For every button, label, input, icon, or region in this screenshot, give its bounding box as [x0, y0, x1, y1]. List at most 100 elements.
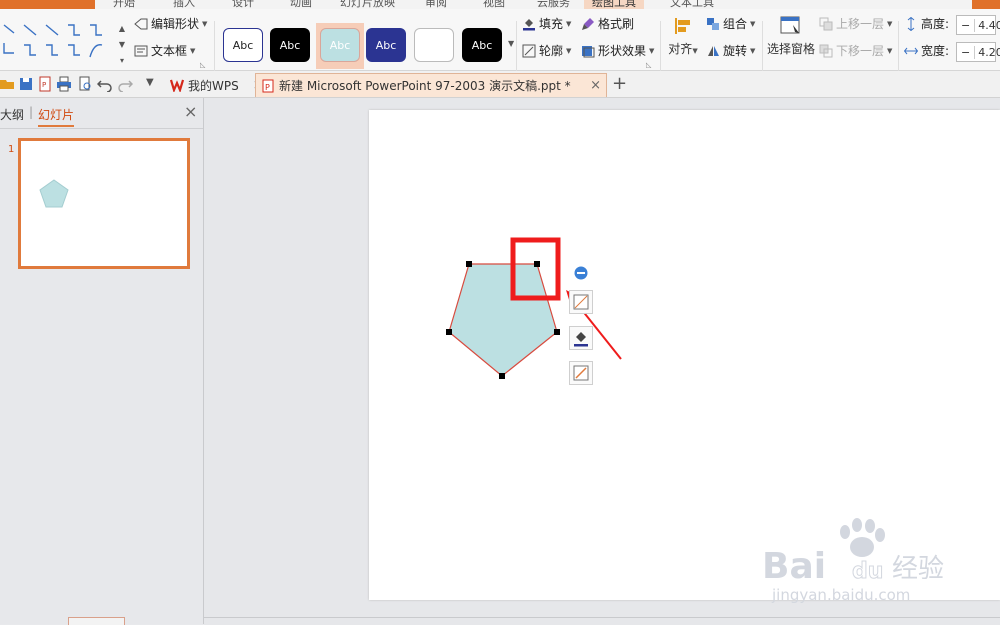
send-backward-button[interactable]: 下移一层 ▼	[819, 42, 892, 59]
outline-button[interactable]: 轮廓 ▼	[522, 42, 571, 59]
collapse-toolbar-icon[interactable]	[574, 266, 588, 280]
ribbon-separator	[214, 21, 215, 73]
svg-text:经验: 经验	[892, 554, 944, 584]
undo-icon[interactable]	[97, 76, 113, 92]
brush-icon	[582, 17, 594, 30]
slide-thumbnail[interactable]	[18, 138, 190, 269]
redo-icon[interactable]	[117, 76, 133, 92]
dropdown-arrow-icon: ▼	[750, 19, 756, 28]
print-icon[interactable]	[56, 76, 72, 92]
style-swatch-navy[interactable]: Abc	[366, 28, 406, 62]
height-input[interactable]: − 4.40	[956, 15, 1000, 35]
slide-number: 1	[8, 144, 15, 155]
selection-pane-label: 选择窗格	[766, 42, 815, 56]
tab-document[interactable]: P 新建 Microsoft PowerPoint 97-2003 演示文稿.p…	[255, 73, 607, 97]
bring-forward-label: 上移一层	[836, 17, 885, 31]
more-icon[interactable]: ▾	[116, 53, 128, 69]
ribbon-separator	[762, 21, 763, 73]
print-preview-icon[interactable]	[77, 76, 93, 92]
width-input[interactable]: − 4.20	[956, 42, 1000, 62]
connector-gallery-scroll[interactable]: ▲ ▼ ▾	[116, 21, 128, 71]
bring-forward-icon	[819, 17, 833, 30]
quick-access-toolbar: P ▼ 我的WPS × P 新建 Microsoft PowerPoint 97…	[0, 71, 1000, 98]
style-swatch-outline[interactable]: Abc	[223, 28, 263, 62]
style-swatch-black[interactable]: Abc	[270, 28, 310, 62]
style-swatch-white[interactable]	[414, 28, 454, 62]
svg-text:P: P	[42, 81, 46, 89]
selection-pane-button[interactable]: 选择窗格	[766, 15, 816, 71]
svg-text:jingyan.baidu.com: jingyan.baidu.com	[771, 586, 910, 604]
tab-outline[interactable]: 大纲	[0, 106, 24, 123]
pentagon-shape[interactable]	[448, 263, 558, 377]
ribbon-separator	[660, 21, 661, 73]
paint-bucket-icon	[574, 332, 588, 347]
dialog-launcher-icon[interactable]: ◺	[200, 61, 205, 69]
group-button[interactable]: 组合 ▼	[706, 15, 755, 32]
rotate-button[interactable]: 旋转 ▼	[706, 42, 755, 59]
wps-logo-icon	[170, 79, 184, 92]
style-swatch-black-2[interactable]: Abc	[462, 28, 502, 62]
tab-document-label: 新建 Microsoft PowerPoint 97-2003 演示文稿.ppt…	[279, 79, 571, 93]
panel-tabs: 大纲 | 幻灯片 ×	[0, 98, 203, 129]
height-icon	[907, 16, 915, 31]
connector-line-icon	[3, 24, 15, 34]
export-pdf-icon[interactable]: P	[37, 76, 53, 92]
ribbon: ▲ ▼ ▾ 编辑形状 ▼ 文本框 ▼ ◺ Abc Abc Abc Abc Abc…	[0, 9, 1000, 73]
scroll-up-icon[interactable]: ▲	[116, 21, 128, 37]
width-control: 宽度:	[904, 42, 949, 59]
height-value: 4.40	[978, 18, 1000, 32]
customize-toolbar-icon[interactable]: ▼	[146, 77, 154, 88]
dropdown-arrow-icon: ▼	[649, 46, 655, 55]
shape-style-icon	[573, 294, 589, 310]
svg-text:du: du	[852, 559, 883, 584]
ribbon-separator	[516, 21, 517, 73]
save-icon[interactable]	[18, 76, 34, 92]
height-label: 高度:	[921, 17, 950, 31]
dropdown-arrow-icon: ▼	[750, 46, 756, 55]
send-backward-icon	[819, 44, 833, 57]
text-box-icon	[134, 45, 148, 56]
open-folder-icon[interactable]	[0, 76, 16, 92]
dropdown-arrow-icon: ▼	[190, 46, 196, 55]
shape-style-gallery: Abc Abc Abc Abc Abc	[220, 23, 510, 69]
new-tab-button[interactable]: +	[612, 73, 627, 94]
shape-effects-button[interactable]: 形状效果 ▼	[581, 42, 654, 59]
close-icon[interactable]: ×	[590, 78, 601, 93]
group-icon	[707, 17, 719, 30]
scroll-down-icon[interactable]: ▼	[116, 37, 128, 53]
shape-outline-button[interactable]	[569, 361, 593, 385]
ppt-file-icon: P	[262, 79, 274, 92]
outline-icon	[522, 44, 536, 57]
svg-text:P: P	[265, 83, 270, 92]
fill-button[interactable]: 填充 ▼	[522, 15, 571, 32]
style-gallery-more-icon[interactable]: ▼	[508, 39, 514, 48]
connector-gallery[interactable]	[2, 23, 110, 69]
rotate-label: 旋转	[723, 44, 748, 58]
selected-shape-overlay	[446, 237, 622, 379]
app-menu-button[interactable]	[0, 0, 95, 9]
shape-style-button[interactable]	[569, 290, 593, 314]
tab-my-wps[interactable]: 我的WPS ×	[164, 73, 270, 97]
width-decrement-button[interactable]: −	[957, 45, 976, 59]
tab-slides[interactable]: 幻灯片	[38, 106, 75, 127]
width-icon	[904, 47, 918, 54]
resize-handle	[499, 373, 505, 379]
paint-bucket-icon	[523, 18, 535, 30]
text-box-button[interactable]: 文本框 ▼	[134, 42, 195, 59]
edit-shape-button[interactable]: 编辑形状 ▼	[134, 15, 207, 32]
dialog-launcher-icon[interactable]: ◺	[646, 61, 651, 69]
style-swatch-teal[interactable]: Abc	[320, 28, 360, 62]
format-painter-button[interactable]: 格式刷	[581, 15, 634, 32]
align-button[interactable]: 对齐▼	[668, 15, 698, 71]
height-control: 高度:	[904, 15, 949, 32]
panel-status	[0, 617, 203, 625]
format-painter-label: 格式刷	[598, 17, 635, 31]
svg-text:Bai: Bai	[762, 546, 826, 587]
slides-panel: 大纲 | 幻灯片 × 1	[0, 98, 204, 624]
height-decrement-button[interactable]: −	[957, 18, 976, 32]
close-panel-icon[interactable]: ×	[184, 102, 197, 121]
account-button[interactable]	[972, 0, 1000, 9]
shape-fill-button[interactable]	[569, 326, 593, 350]
bring-forward-button[interactable]: 上移一层 ▼	[819, 15, 892, 32]
menu-tab-drawing-tools[interactable]: 绘图工具	[584, 0, 644, 9]
